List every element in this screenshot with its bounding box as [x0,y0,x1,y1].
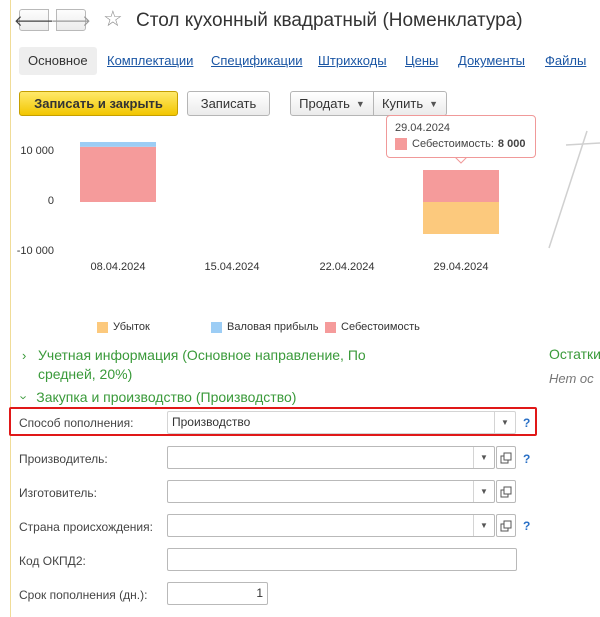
open-form-icon [500,452,512,463]
stock-empty-note: Нет ос [549,371,594,386]
legend-swatch [97,321,108,333]
accounting-info-group[interactable]: › Учетная информация (Основное направлен… [22,346,422,382]
producer-open-button[interactable] [496,446,516,469]
replenishment-method-label: Способ пополнения: [19,416,134,430]
chevron-down-icon[interactable]: ▼ [473,515,494,536]
x-tick-label: 22.04.2024 [319,261,375,273]
tooltip-date: 29.04.2024 [395,122,451,134]
chart-tooltip: 29.04.2024 Себестоимость: 8 000 [386,115,536,158]
decor-line [565,142,600,146]
legend-swatch [325,321,336,333]
open-form-icon [500,486,512,497]
help-icon[interactable]: ? [523,416,530,430]
chevron-down-icon[interactable]: ▼ [473,447,494,468]
help-icon[interactable]: ? [523,519,530,533]
chevron-down-icon: › [16,395,32,400]
producer-field[interactable]: ▼ [167,446,495,469]
lead-time-field[interactable]: 1 [167,582,268,605]
legend-item-loss: Убыток [97,321,150,333]
bar-segment[interactable] [80,146,156,202]
legend-item-gross-profit: Валовая прибыль [211,321,319,333]
replenishment-method-select[interactable]: Производство ▼ [167,411,516,434]
country-field[interactable]: ▼ [167,514,495,537]
chevron-right-icon: › [22,348,27,363]
okpd2-label: Код ОКПД2: [19,554,86,568]
country-open-button[interactable] [496,514,516,537]
decor-line [548,130,588,249]
x-tick-label: 15.04.2024 [204,261,260,273]
stock-group[interactable]: Остатки [549,346,600,362]
manufacturer-open-button[interactable] [496,480,516,503]
legend-swatch [211,321,222,333]
open-form-icon [500,520,512,531]
purchase-production-group[interactable]: › Закупка и производство (Производство) [17,389,297,405]
chevron-down-icon[interactable]: ▼ [494,412,515,433]
help-icon[interactable]: ? [523,452,530,466]
manufacturer-label: Изготовитель: [19,486,97,500]
manufacturer-field[interactable]: ▼ [167,480,495,503]
x-tick-label: 08.04.2024 [90,261,146,273]
bar-segment[interactable] [423,170,499,202]
legend-item-cost: Себестоимость [325,321,420,333]
chevron-down-icon[interactable]: ▼ [473,481,494,502]
tooltip-row: Себестоимость: 8 000 [395,138,525,150]
okpd2-field[interactable] [167,548,517,571]
x-tick-label: 29.04.2024 [433,261,489,273]
bar-segment[interactable] [80,142,156,147]
lead-time-label: Срок пополнения (дн.): [19,588,148,602]
tooltip-swatch [395,138,407,150]
country-label: Страна происхождения: [19,520,153,534]
bar-segment[interactable] [423,202,499,234]
producer-label: Производитель: [19,452,108,466]
